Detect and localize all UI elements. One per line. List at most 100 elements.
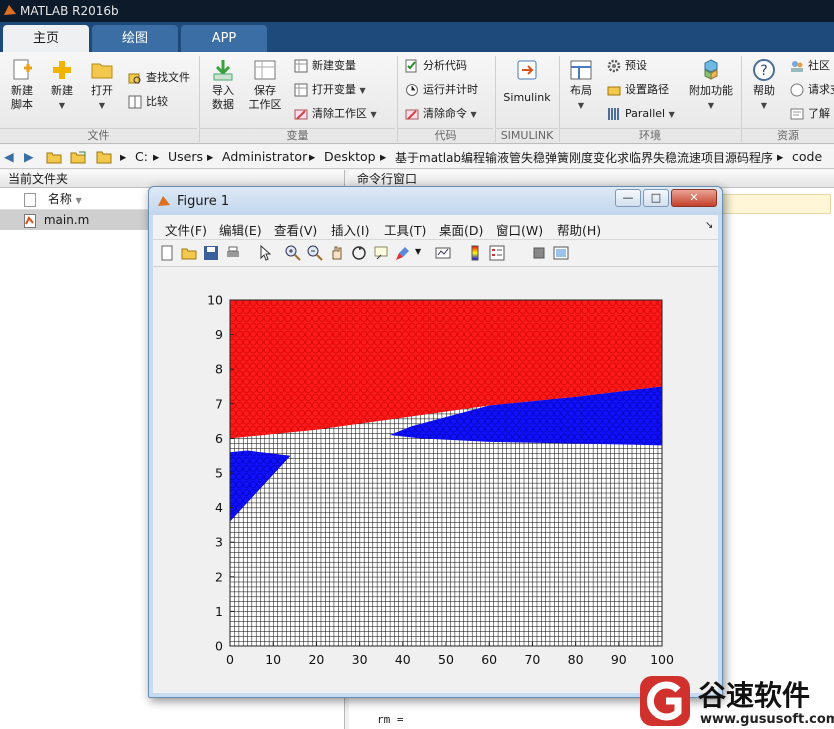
menu-tools[interactable]: 工具(T) <box>384 220 426 239</box>
section-variable: 变量 <box>200 128 395 143</box>
open-button[interactable]: 打开 ▼ <box>86 58 118 113</box>
breadcrumb-item[interactable]: Users <box>168 149 203 164</box>
brush-dropdown-icon[interactable]: ▼ <box>415 247 421 256</box>
community-icon <box>791 61 803 72</box>
menu-file[interactable]: 文件(F) <box>165 220 207 239</box>
address-bar: ◀ ▶ ▸ C: ▸ Users ▸ Administrator ▸ Deskt… <box>0 145 834 169</box>
sort-icon: ▼ <box>75 196 82 205</box>
compare-button[interactable]: 比较 <box>128 92 168 112</box>
zoom-in-icon[interactable] <box>285 245 301 261</box>
menu-help[interactable]: 帮助(H) <box>557 220 601 239</box>
new-script-button[interactable]: 新建 脚本 <box>6 58 38 112</box>
figure-canvas[interactable]: 0 10 20 30 40 50 60 70 80 90 100 0 1 2 3 4 5 6 7 8 9 10 <box>153 267 718 693</box>
hide-plot-tools-icon[interactable] <box>531 245 547 261</box>
menu-desktop[interactable]: 桌面(D) <box>439 220 483 239</box>
zoom-out-icon[interactable] <box>307 245 323 261</box>
add-ons-icon <box>704 59 718 80</box>
tab-plots[interactable]: 绘图 <box>92 25 178 52</box>
add-ons-button[interactable]: 附加功能 ▼ <box>688 58 734 113</box>
ribbon-tabs: 主页 绘图 APP <box>0 22 834 52</box>
breadcrumb-item[interactable]: Administrator <box>222 149 307 164</box>
run-time-icon <box>406 84 418 96</box>
forward-arrow-icon[interactable]: ▶ <box>24 149 34 164</box>
pan-hand-icon[interactable] <box>329 245 345 261</box>
print-icon[interactable] <box>225 245 241 261</box>
menu-edit[interactable]: 编辑(E) <box>219 220 262 239</box>
parallel-button[interactable]: Parallel ▼ <box>607 104 675 124</box>
watermark-url: www.gususoft.com <box>700 712 834 727</box>
figure-title-bar[interactable]: Figure 1 — □ ✕ <box>149 187 722 215</box>
learn-link[interactable]: 了解 <box>790 104 830 124</box>
tab-apps[interactable]: APP <box>181 25 267 52</box>
clear-commands-button[interactable]: 清除命令 ▼ <box>405 104 477 124</box>
simulink-button[interactable]: Simulink <box>500 58 554 112</box>
scatter-plot[interactable]: 0 10 20 30 40 50 60 70 80 90 100 0 1 2 3 4 5 6 7 8 9 10 <box>153 267 718 693</box>
y-tick-label: 2 <box>215 569 223 584</box>
x-tick-label: 40 <box>395 652 411 667</box>
figure-toolbar: ▼ <box>153 239 718 267</box>
x-tick-label: 30 <box>352 652 368 667</box>
analyze-code-button[interactable]: 分析代码 <box>405 56 467 76</box>
close-button[interactable]: ✕ <box>671 189 717 207</box>
y-tick-label: 8 <box>215 362 223 377</box>
maximize-button[interactable]: □ <box>643 189 669 207</box>
layout-button[interactable]: 布局 ▼ <box>565 58 597 113</box>
section-file: 文件 <box>0 128 197 143</box>
set-path-icon <box>607 86 621 96</box>
rotate-3d-icon[interactable] <box>351 245 367 261</box>
m-file-icon <box>24 213 36 228</box>
breadcrumb-item[interactable]: Desktop <box>324 149 376 164</box>
clear-workspace-button[interactable]: 清除工作区 ▼ <box>294 104 377 124</box>
preferences-button[interactable]: 预设 <box>607 56 647 76</box>
new-figure-icon[interactable] <box>159 245 175 261</box>
figure-window[interactable]: Figure 1 — □ ✕ 文件(F) 编辑(E) 查看(V) 插入(I) 工… <box>148 186 723 698</box>
x-tick-label: 100 <box>650 652 674 667</box>
y-tick-label: 10 <box>207 293 223 308</box>
show-plot-tools-icon[interactable] <box>553 245 569 261</box>
breadcrumb-sep: ▸ <box>777 149 784 164</box>
dock-arrow-icon[interactable]: ↘ <box>705 220 713 231</box>
open-variable-button[interactable]: 打开变量 ▼ <box>294 80 366 100</box>
app-title-bar: MATLAB R2016b <box>0 0 834 22</box>
legend-icon[interactable] <box>489 245 505 261</box>
brush-icon[interactable] <box>395 245 411 261</box>
browse-folder-icon[interactable] <box>70 150 86 164</box>
section-resources: 资源 <box>742 128 834 143</box>
import-data-button[interactable]: 导入 数据 <box>205 58 241 112</box>
file-column-icon <box>24 192 36 207</box>
open-variable-icon <box>294 83 308 97</box>
data-cursor-icon[interactable] <box>373 245 389 261</box>
menu-insert[interactable]: 插入(I) <box>331 220 369 239</box>
run-and-time-button[interactable]: 运行并计时 <box>405 80 478 100</box>
request-support-icon <box>790 83 804 97</box>
save-workspace-button[interactable]: 保存 工作区 <box>246 58 284 112</box>
colorbar-icon[interactable] <box>467 245 483 261</box>
matlab-logo-icon <box>158 196 170 206</box>
tab-home[interactable]: 主页 <box>3 25 89 52</box>
new-variable-button[interactable]: 新建变量 <box>294 56 356 76</box>
x-tick-label: 90 <box>611 652 627 667</box>
up-folder-icon[interactable] <box>46 150 62 164</box>
breadcrumb-item[interactable]: C: <box>135 149 148 164</box>
menu-view[interactable]: 查看(V) <box>274 220 317 239</box>
community-link[interactable]: 社区 <box>790 56 830 76</box>
breadcrumb-item[interactable]: code <box>792 149 822 164</box>
open-file-icon[interactable] <box>181 245 197 261</box>
menu-window[interactable]: 窗口(W) <box>496 220 543 239</box>
link-plot-icon[interactable] <box>435 245 451 261</box>
x-tick-label: 60 <box>481 652 497 667</box>
new-button[interactable]: 新建 ▼ <box>46 58 78 113</box>
request-support-link[interactable]: 请求支 <box>790 80 834 100</box>
set-path-button[interactable]: 设置路径 <box>607 80 669 100</box>
import-icon <box>213 60 233 81</box>
simulink-icon <box>517 60 537 80</box>
find-files-button[interactable]: 查找文件 <box>128 68 190 88</box>
minimize-button[interactable]: — <box>615 189 641 207</box>
pointer-icon[interactable] <box>257 245 273 261</box>
y-tick-label: 6 <box>215 431 223 446</box>
back-arrow-icon[interactable]: ◀ <box>4 149 14 164</box>
breadcrumb-item[interactable]: 基于matlab编程输液管失稳弹簧刚度变化求临界失稳流速项目源码程序 <box>395 149 773 166</box>
help-button[interactable]: ? 帮助 ▼ <box>748 58 780 113</box>
parallel-icon <box>608 108 619 120</box>
save-icon[interactable] <box>203 245 219 261</box>
